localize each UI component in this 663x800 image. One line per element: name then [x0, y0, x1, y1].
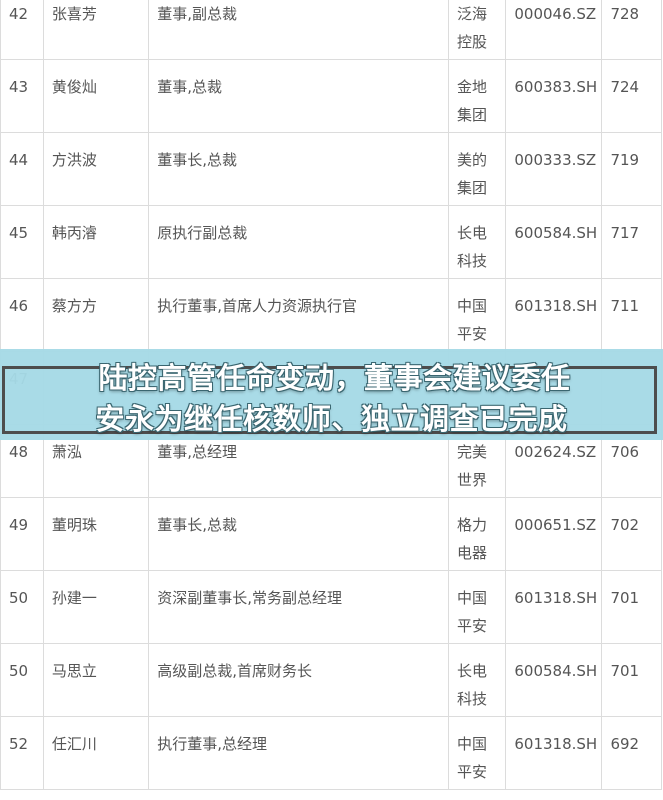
name-cell: 韩丙濬 — [42, 205, 150, 279]
name-cell: 方洪波 — [42, 132, 150, 206]
company-cell: 中国 平安 — [447, 570, 507, 644]
company-cell: 金地 集团 — [447, 59, 507, 133]
company-cell: 长电 科技 — [447, 643, 507, 717]
title-cell: 资深副董事长,常务副总经理 — [148, 570, 449, 644]
page: 42 张喜芳 董事,副总裁 泛海 控股 000046.SZ 728 43 黄俊灿 … — [0, 0, 663, 800]
stock-code-cell: 000651.SZ — [505, 497, 603, 571]
value-cell: 719 — [601, 132, 662, 206]
title-cell: 原执行副总裁 — [148, 205, 449, 279]
title-cell: 董事,总裁 — [148, 59, 449, 133]
stock-code-cell: 600584.SH — [505, 205, 603, 279]
title-cell: 高级副总裁,首席财务长 — [148, 643, 449, 717]
title-cell: 董事,副总裁 — [148, 0, 449, 60]
rank-cell: 45 — [0, 205, 44, 279]
rank-cell: 49 — [0, 497, 44, 571]
table-row: 46 蔡方方 执行董事,首席人力资源执行官 中国 平安 601318.SH 711 — [0, 278, 662, 352]
name-cell: 董明珠 — [42, 497, 150, 571]
title-cell: 执行董事,首席人力资源执行官 — [148, 278, 449, 352]
name-cell: 黄俊灿 — [42, 59, 150, 133]
rank-cell: 50 — [0, 570, 44, 644]
value-cell: 701 — [601, 643, 662, 717]
table-row: 42 张喜芳 董事,副总裁 泛海 控股 000046.SZ 728 — [0, 0, 662, 60]
name-cell: 孙建一 — [42, 570, 150, 644]
company-cell: 美的 集团 — [447, 132, 507, 206]
table-row: 50 马思立 高级副总裁,首席财务长 长电 科技 600584.SH 701 — [0, 643, 662, 717]
stock-code-cell: 000046.SZ — [505, 0, 603, 60]
stock-code-cell: 600584.SH — [505, 643, 603, 717]
value-cell: 692 — [601, 716, 662, 790]
rank-cell: 44 — [0, 132, 44, 206]
company-cell: 格力 电器 — [447, 497, 507, 571]
title-cell: 执行董事,总经理 — [148, 716, 449, 790]
stock-code-cell: 600383.SH — [505, 59, 603, 133]
title-cell: 董事长,总裁 — [148, 132, 449, 206]
stock-code-cell: 601318.SH — [505, 570, 603, 644]
table-row: 44 方洪波 董事长,总裁 美的 集团 000333.SZ 719 — [0, 132, 662, 206]
value-cell: 701 — [601, 570, 662, 644]
headline-banner: 陆控高管任命变动，董事会建议委任 安永为继任核数师、独立调查已完成 — [0, 349, 663, 440]
table-row: 50 孙建一 资深副董事长,常务副总经理 中国 平安 601318.SH 701 — [0, 570, 662, 644]
company-cell: 中国 平安 — [447, 716, 507, 790]
rank-cell: 46 — [0, 278, 44, 352]
rank-cell: 52 — [0, 716, 44, 790]
table-row: 52 任汇川 执行董事,总经理 中国 平安 601318.SH 692 — [0, 716, 662, 790]
value-cell: 702 — [601, 497, 662, 571]
name-cell: 任汇川 — [42, 716, 150, 790]
value-cell: 728 — [601, 0, 662, 60]
company-cell: 中国 平安 — [447, 278, 507, 352]
stock-code-cell: 601318.SH — [505, 716, 603, 790]
headline-line-2: 安永为继任核数师、独立调查已完成 — [95, 402, 568, 436]
value-cell: 717 — [601, 205, 662, 279]
company-cell: 泛海 控股 — [447, 0, 507, 60]
stock-code-cell: 601318.SH — [505, 278, 603, 352]
rank-cell: 42 — [0, 0, 44, 60]
value-cell: 724 — [601, 59, 662, 133]
title-cell: 董事长,总裁 — [148, 497, 449, 571]
name-cell: 蔡方方 — [42, 278, 150, 352]
name-cell: 张喜芳 — [42, 0, 150, 60]
company-cell: 长电 科技 — [447, 205, 507, 279]
value-cell: 711 — [601, 278, 662, 352]
stock-code-cell: 000333.SZ — [505, 132, 603, 206]
rank-cell: 43 — [0, 59, 44, 133]
table-row: 45 韩丙濬 原执行副总裁 长电 科技 600584.SH 717 — [0, 205, 662, 279]
table-row: 43 黄俊灿 董事,总裁 金地 集团 600383.SH 724 — [0, 59, 662, 133]
headline-line-1: 陆控高管任命变动，董事会建议委任 — [98, 361, 571, 395]
rank-cell: 50 — [0, 643, 44, 717]
table-row: 49 董明珠 董事长,总裁 格力 电器 000651.SZ 702 — [0, 497, 662, 571]
name-cell: 马思立 — [42, 643, 150, 717]
